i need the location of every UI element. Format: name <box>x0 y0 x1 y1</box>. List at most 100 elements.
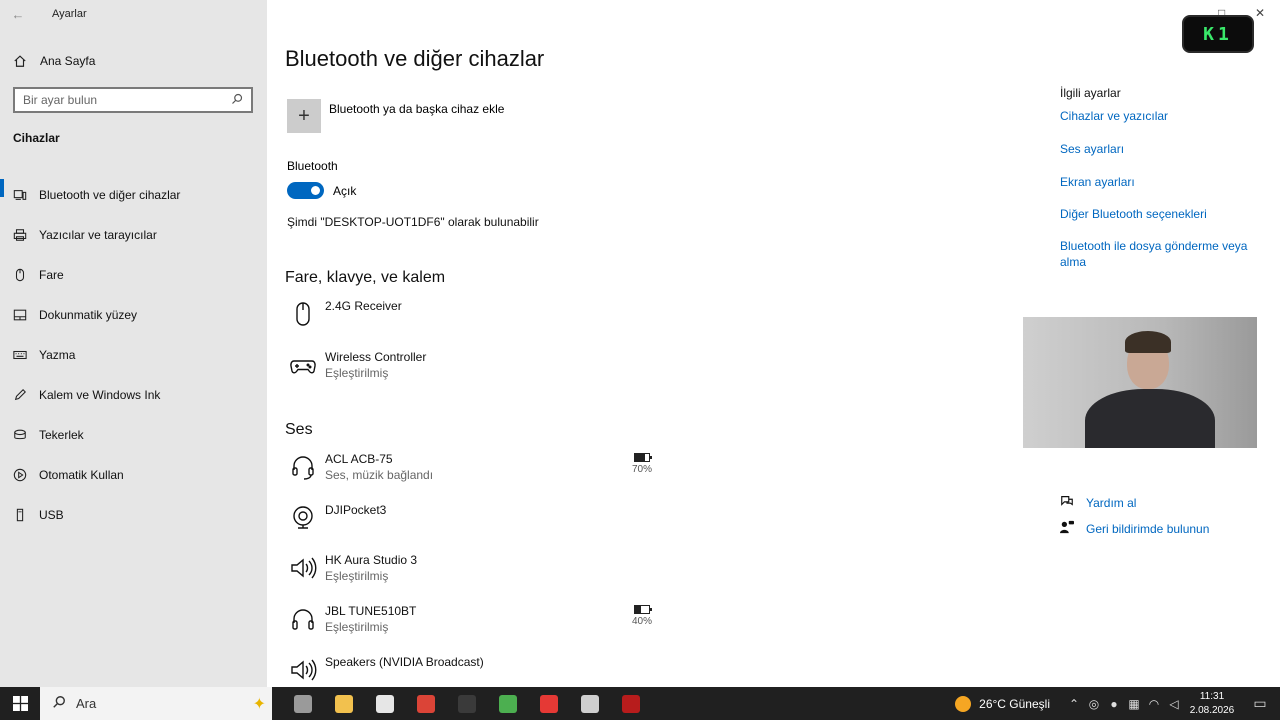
sidebar-item-printers[interactable]: Yazıcılar ve tarayıcılar <box>0 215 267 255</box>
device-item[interactable]: ACL ACB-75 Ses, müzik bağlandı 70% <box>287 451 667 483</box>
link-bluetooth-file-transfer[interactable]: Bluetooth ile dosya gönderme veya alma <box>1060 238 1255 270</box>
start-button[interactable] <box>0 687 40 720</box>
sidebar-item-pen[interactable]: Kalem ve Windows Ink <box>0 375 267 415</box>
add-device-button[interactable]: + Bluetooth ya da başka cihaz ekle <box>287 99 504 133</box>
app-title: Ayarlar <box>52 8 87 20</box>
device-name: ACL ACB-75 <box>325 452 393 466</box>
search-icon <box>52 695 66 712</box>
weather-widget[interactable]: 26°C Güneşli <box>955 695 1050 712</box>
gamepad-icon <box>287 349 319 381</box>
home-label: Ana Sayfa <box>40 54 96 68</box>
sidebar-item-typing[interactable]: Yazma <box>0 335 267 375</box>
taskbar-app-game[interactable] <box>610 687 651 720</box>
camera-icon[interactable]: ◎ <box>1084 697 1104 711</box>
device-name: 2.4G Receiver <box>325 299 402 313</box>
keyboard-layout-icon[interactable]: ▦ <box>1124 697 1144 711</box>
main-content: Bluetooth ve diğer cihazlar + Bluetooth … <box>267 0 1057 687</box>
device-name: Wireless Controller <box>325 350 427 364</box>
sidebar: ← Ayarlar Ana Sayfa Cihazlar Bluetooth v… <box>0 0 267 687</box>
close-button[interactable]: ✕ <box>1255 6 1265 20</box>
bluetooth-devices-icon <box>0 188 39 202</box>
settings-icon <box>580 694 599 713</box>
device-item[interactable]: JBL TUNE510BT Eşleştirilmiş 40% <box>287 603 667 635</box>
volume-icon[interactable]: ◁ <box>1164 697 1184 711</box>
windows-logo-icon <box>12 696 28 711</box>
device-item[interactable]: 2.4G Receiver <box>287 298 667 330</box>
taskbar-app-media-player[interactable] <box>487 687 528 720</box>
taskbar-app-file-explorer[interactable] <box>323 687 364 720</box>
obs-icon <box>539 694 558 713</box>
link-display-settings[interactable]: Ekran ayarları <box>1060 174 1255 190</box>
taskbar-apps <box>282 687 651 720</box>
taskbar-app-vectorworks[interactable] <box>364 687 405 720</box>
device-status: Eşleştirilmiş <box>325 620 389 634</box>
sidebar-item-usb[interactable]: USB <box>0 495 267 535</box>
battery-percent: 40% <box>631 616 652 627</box>
taskbar-app-task-view[interactable] <box>282 687 323 720</box>
device-item[interactable]: DJIPocket3 <box>287 502 667 534</box>
sidebar-item-label: USB <box>39 508 64 522</box>
clock-time: 11:31 <box>1199 690 1225 702</box>
taskbar: Ara ✦ 26°C Güneşli ⌃ ◎ ● ▦ ◠ ◁ 11:31 2.0… <box>0 687 1280 720</box>
device-item[interactable]: Speakers (NVIDIA Broadcast) <box>287 654 667 686</box>
sidebar-item-label: Fare <box>39 268 64 282</box>
settings-search[interactable] <box>13 87 253 113</box>
device-status: Eşleştirilmiş <box>325 569 389 583</box>
page-title: Bluetooth ve diğer cihazlar <box>285 46 545 71</box>
taskbar-search-placeholder: Ara <box>76 696 97 711</box>
notifications-icon[interactable]: ▭ <box>1240 695 1280 712</box>
device-item[interactable]: HK Aura Studio 3 Eşleştirilmiş <box>287 552 667 584</box>
wifi-icon[interactable]: ◠ <box>1144 697 1164 711</box>
bluetooth-toggle[interactable] <box>287 182 324 199</box>
discoverable-text: Şimdi "DESKTOP-UOT1DF6" olarak bulunabil… <box>287 215 539 229</box>
feedback-icon <box>1060 520 1086 537</box>
taskbar-app-chrome[interactable] <box>405 687 446 720</box>
sidebar-item-autoplay[interactable]: Otomatik Kullan <box>0 455 267 495</box>
taskbar-app-obs[interactable] <box>528 687 569 720</box>
sun-icon <box>955 695 972 712</box>
group-title-audio: Ses <box>285 421 313 438</box>
sidebar-nav: Bluetooth ve diğer cihazlar Yazıcılar ve… <box>0 175 267 535</box>
device-status: Ses, müzik bağlandı <box>325 468 434 482</box>
taskbar-app-settings[interactable] <box>569 687 610 720</box>
link-more-bluetooth[interactable]: Diğer Bluetooth seçenekleri <box>1060 206 1255 222</box>
bluetooth-toggle-row: Açık <box>287 182 356 199</box>
media-player-icon <box>498 694 517 713</box>
sidebar-item-label: Dokunmatik yüzey <box>39 308 138 322</box>
touchpad-icon <box>0 308 39 322</box>
sidebar-item-wheel[interactable]: Tekerlek <box>0 415 267 455</box>
system-tray: 26°C Güneşli ⌃ ◎ ● ▦ ◠ ◁ 11:31 2.08.2026… <box>955 687 1280 720</box>
battery-indicator: 40% <box>627 603 657 627</box>
taskbar-search[interactable]: Ara ✦ <box>40 687 272 720</box>
link-sound-settings[interactable]: Ses ayarları <box>1060 141 1255 157</box>
back-button[interactable]: ← <box>0 0 36 28</box>
search-icon <box>231 93 243 108</box>
microphone-icon[interactable]: ● <box>1104 697 1124 711</box>
device-name: JBL TUNE510BT <box>325 604 417 618</box>
get-help-label: Yardım al <box>1086 495 1137 510</box>
sparkle-icon: ✦ <box>252 695 266 713</box>
bluetooth-label: Bluetooth <box>287 159 338 173</box>
sidebar-item-touchpad[interactable]: Dokunmatik yüzey <box>0 295 267 335</box>
plus-icon: + <box>287 99 321 133</box>
sidebar-item-mouse[interactable]: Fare <box>0 255 267 295</box>
wheel-icon <box>0 428 39 442</box>
device-item[interactable]: Wireless Controller Eşleştirilmiş <box>287 349 667 381</box>
home-link[interactable]: Ana Sayfa <box>0 48 267 74</box>
battery-icon <box>634 453 652 462</box>
bluetooth-state: Açık <box>333 183 357 198</box>
webcam-person-hair <box>1125 331 1171 353</box>
chrome-icon <box>416 694 435 713</box>
get-help-link[interactable]: Yardım al <box>1060 494 1136 511</box>
related-title: İlgili ayarlar <box>1060 86 1121 100</box>
file-explorer-icon <box>334 694 353 713</box>
webcam-person-body <box>1085 389 1215 448</box>
search-input[interactable] <box>23 93 231 107</box>
autoplay-icon <box>0 468 39 482</box>
link-devices-printers[interactable]: Cihazlar ve yazıcılar <box>1060 108 1255 124</box>
chevron-up-icon[interactable]: ⌃ <box>1064 697 1084 711</box>
taskbar-app-terminal[interactable] <box>446 687 487 720</box>
feedback-link[interactable]: Geri bildirimde bulunun <box>1060 520 1209 537</box>
clock[interactable]: 11:31 2.08.2026 <box>1184 690 1240 718</box>
sidebar-item-bluetooth[interactable]: Bluetooth ve diğer cihazlar <box>0 175 267 215</box>
